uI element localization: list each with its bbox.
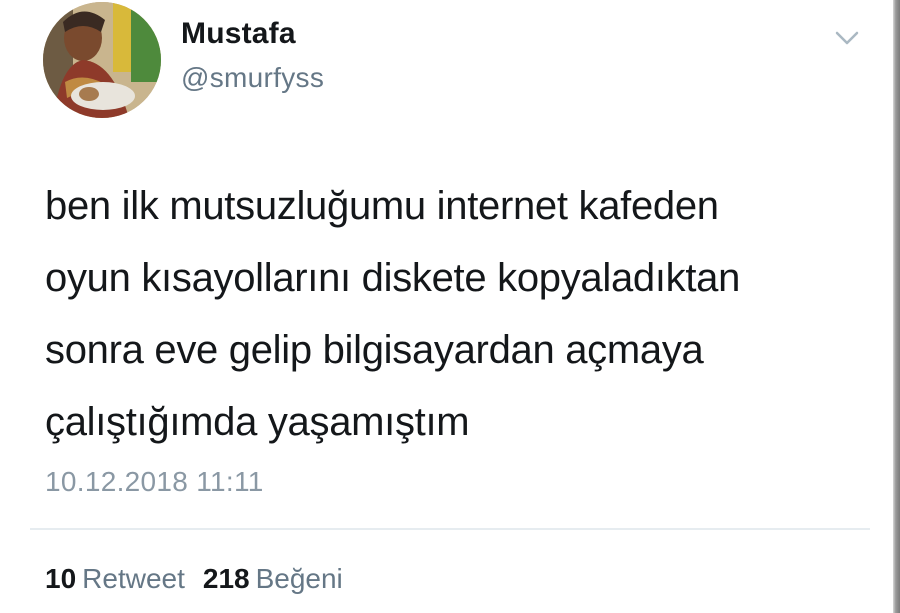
author-display-name[interactable]: Mustafa: [181, 17, 296, 51]
screen-edge: [893, 0, 900, 613]
retweets-count: 10: [45, 563, 77, 594]
tweet-timestamp[interactable]: 10.12.2018 11:11: [45, 466, 264, 498]
likes-count: 218: [202, 563, 250, 594]
tweet-stats: 10 Retweet 218 Beğeni: [45, 563, 343, 595]
retweets-stat[interactable]: 10 Retweet: [45, 563, 185, 594]
user-avatar[interactable]: [43, 2, 161, 118]
likes-stat[interactable]: 218 Beğeni: [203, 563, 343, 594]
chevron-down-icon[interactable]: [833, 28, 861, 48]
likes-label: Beğeni: [255, 563, 343, 594]
retweets-label: Retweet: [82, 563, 185, 594]
divider: [30, 528, 870, 530]
avatar-photo-icon: [43, 2, 161, 118]
tweet-card: Mustafa @smurfyss ben ilk mutsuzluğumu i…: [0, 0, 893, 613]
tweet-text: ben ilk mutsuzluğumu internet kafeden oy…: [45, 184, 741, 444]
author-handle[interactable]: @smurfyss: [181, 62, 324, 94]
